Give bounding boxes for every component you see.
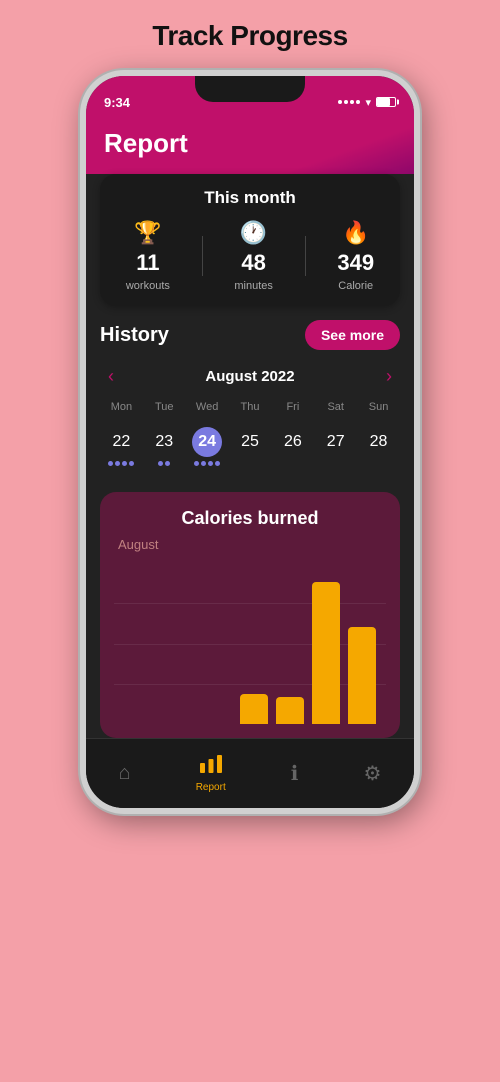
- workouts-label: workouts: [126, 280, 170, 292]
- calendar-date-cell[interactable]: 23: [143, 421, 186, 472]
- calendar-date-number: 22: [106, 427, 136, 457]
- wifi-icon: ▾: [365, 96, 371, 109]
- battery-icon: [376, 97, 396, 107]
- day-sun: Sun: [357, 399, 400, 415]
- nav-report[interactable]: Report: [196, 755, 226, 793]
- report-heading: Report: [104, 128, 188, 158]
- calendar-nav: ‹ August 2022 ›: [100, 364, 400, 389]
- divider-1: [202, 236, 203, 276]
- fire-icon: 🔥: [342, 220, 369, 246]
- stat-minutes: 🕐 48 minutes: [234, 220, 273, 292]
- stat-calories: 🔥 349 Calorie: [337, 220, 374, 292]
- calendar-date-cell[interactable]: 28: [357, 421, 400, 472]
- calories-card: Calories burned August: [100, 492, 400, 738]
- this-month-card: This month 🏆 11 workouts 🕐 48 minutes 🔥 …: [100, 174, 400, 306]
- calendar-date-cell[interactable]: 25: [229, 421, 272, 472]
- nav-home[interactable]: ⌂: [119, 762, 131, 785]
- calendar-date-cell[interactable]: 24: [186, 421, 229, 472]
- calendar-date-cell[interactable]: 22: [100, 421, 143, 472]
- chart-bar: [276, 697, 304, 724]
- main-content: This month 🏆 11 workouts 🕐 48 minutes 🔥 …: [86, 174, 414, 808]
- workouts-value: 11: [136, 250, 159, 276]
- chart-bar: [348, 627, 376, 725]
- bottom-nav: ⌂ Report ℹ ⚙: [86, 738, 414, 808]
- divider-2: [305, 236, 306, 276]
- day-tue: Tue: [143, 399, 186, 415]
- day-fri: Fri: [271, 399, 314, 415]
- calendar-date-number: 27: [321, 427, 351, 457]
- day-wed: Wed: [186, 399, 229, 415]
- calendar-month: August 2022: [205, 368, 294, 385]
- chart-bar: [240, 694, 268, 724]
- calendar-date-cell[interactable]: 27: [314, 421, 357, 472]
- calendar-date-number: 28: [364, 427, 394, 457]
- calories-chart-subtitle: August: [118, 537, 386, 552]
- activity-dots: [158, 461, 170, 466]
- clock-icon: 🕐: [240, 220, 267, 246]
- nav-settings[interactable]: ⚙: [363, 761, 381, 786]
- history-header: History See more: [100, 320, 400, 350]
- home-icon: ⌂: [119, 762, 131, 785]
- minutes-label: minutes: [234, 280, 273, 292]
- minutes-value: 48: [241, 250, 265, 276]
- calories-value: 349: [337, 250, 374, 276]
- prev-month-button[interactable]: ‹: [100, 364, 122, 389]
- see-more-button[interactable]: See more: [305, 320, 400, 350]
- calendar-day-names: Mon Tue Wed Thu Fri Sat Sun: [100, 399, 400, 415]
- chart-area: [114, 564, 386, 724]
- calendar-date-cell[interactable]: 26: [271, 421, 314, 472]
- calories-chart-title: Calories burned: [114, 508, 386, 529]
- next-month-button[interactable]: ›: [378, 364, 400, 389]
- history-section: History See more ‹ August 2022 › Mon Tue…: [86, 306, 414, 482]
- status-time: 9:34: [104, 95, 130, 110]
- trophy-icon: 🏆: [134, 220, 161, 246]
- day-mon: Mon: [100, 399, 143, 415]
- page-title: Track Progress: [152, 20, 347, 52]
- activity-dots: [108, 461, 134, 466]
- chart-bar: [312, 582, 340, 725]
- stats-row: 🏆 11 workouts 🕐 48 minutes 🔥 349 Calorie: [110, 220, 390, 292]
- settings-icon: ⚙: [363, 761, 381, 786]
- day-thu: Thu: [229, 399, 272, 415]
- calendar-date-number: 24: [192, 427, 222, 457]
- phone-shell: 9:34 ▾ Report This month 🏆 11: [80, 70, 420, 814]
- day-sat: Sat: [314, 399, 357, 415]
- signal-icon: [338, 100, 360, 104]
- info-icon: ℹ: [291, 761, 299, 786]
- status-icons: ▾: [338, 96, 396, 109]
- calendar-date-number: 26: [278, 427, 308, 457]
- nav-info[interactable]: ℹ: [291, 761, 299, 786]
- calendar-dates: 22 23 24 25 26 27 28: [100, 421, 400, 472]
- nav-report-label: Report: [196, 782, 226, 793]
- activity-dots: [194, 461, 220, 466]
- report-icon: [200, 755, 222, 779]
- notch: [195, 76, 305, 102]
- calendar-date-number: 23: [149, 427, 179, 457]
- stat-workouts: 🏆 11 workouts: [126, 220, 170, 292]
- status-bar: 9:34 ▾: [86, 76, 414, 120]
- calendar-date-number: 25: [235, 427, 265, 457]
- history-label: History: [100, 324, 169, 347]
- calories-label: Calorie: [338, 280, 373, 292]
- this-month-title: This month: [110, 188, 390, 208]
